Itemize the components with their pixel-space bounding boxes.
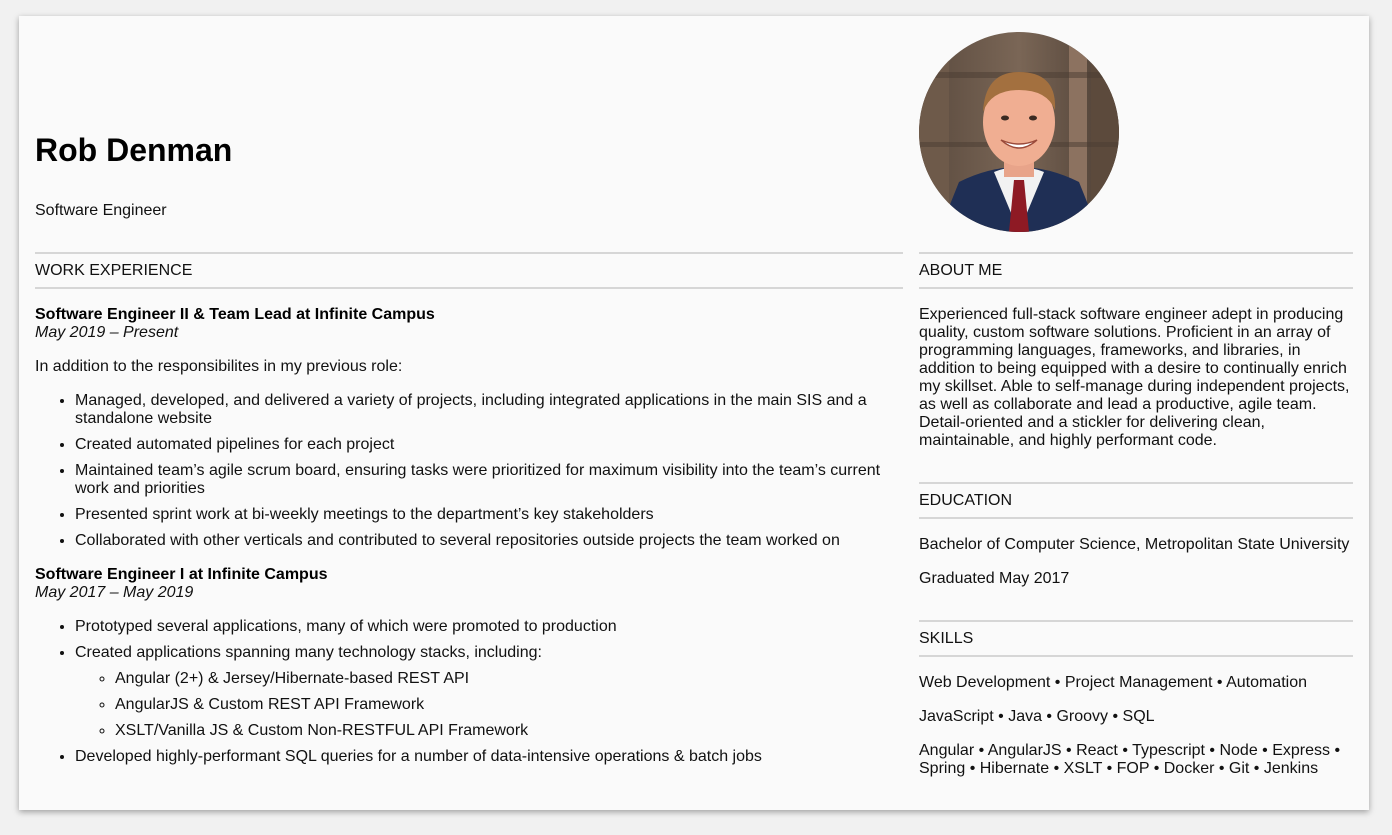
- list-item: Developed highly-performant SQL queries …: [75, 748, 903, 766]
- job-title: Software Engineer II & Team Lead at Infi…: [35, 306, 435, 323]
- skills-heading: SKILLS: [919, 620, 1353, 657]
- job-dates: May 2017 – May 2019: [35, 584, 194, 601]
- list-item: Maintained team’s agile scrum board, ens…: [75, 462, 903, 498]
- sub-list-item: XSLT/Vanilla JS & Custom Non-RESTFUL API…: [115, 722, 903, 740]
- profile-photo: [919, 32, 1119, 232]
- skills-section: Web Development • Project Management • A…: [919, 674, 1353, 794]
- work-experience-section: Software Engineer II & Team Lead at Infi…: [35, 306, 903, 774]
- job-intro: In addition to the responsibilites in my…: [35, 358, 403, 375]
- about-me-text: Experienced full-stack software engineer…: [919, 306, 1350, 449]
- job-bullets: Managed, developed, and delivered a vari…: [75, 392, 903, 550]
- list-item: Managed, developed, and delivered a vari…: [75, 392, 903, 428]
- skills-line: Web Development • Project Management • A…: [919, 674, 1307, 691]
- job-entry: Software Engineer II & Team Lead at Infi…: [35, 306, 903, 550]
- job-bullets: Prototyped several applications, many of…: [75, 618, 903, 766]
- job-dates: May 2019 – Present: [35, 324, 179, 341]
- list-item: Presented sprint work at bi-weekly meeti…: [75, 506, 903, 524]
- education-section: Bachelor of Computer Science, Metropolit…: [919, 536, 1353, 604]
- list-item: Created applications spanning many techn…: [75, 644, 903, 740]
- list-item-text: Created applications spanning many techn…: [75, 644, 542, 661]
- list-item: Collaborated with other verticals and co…: [75, 532, 903, 550]
- education-heading: EDUCATION: [919, 482, 1353, 519]
- sub-list-item: AngularJS & Custom REST API Framework: [115, 696, 903, 714]
- page-title: Rob Denman: [35, 132, 233, 168]
- resume-page: Rob Denman Software Engineer WORK EXPERI…: [19, 16, 1369, 810]
- avatar: [919, 32, 1119, 232]
- about-me-heading: ABOUT ME: [919, 252, 1353, 289]
- work-experience-heading: WORK EXPERIENCE: [35, 252, 903, 289]
- skills-line: JavaScript • Java • Groovy • SQL: [919, 708, 1155, 725]
- list-item: Created automated pipelines for each pro…: [75, 436, 903, 454]
- sub-list-item: Angular (2+) & Jersey/Hibernate-based RE…: [115, 670, 903, 688]
- graduation-text: Graduated May 2017: [919, 570, 1070, 587]
- degree-text: Bachelor of Computer Science, Metropolit…: [919, 536, 1350, 553]
- tech-stack-list: Angular (2+) & Jersey/Hibernate-based RE…: [115, 670, 903, 740]
- skills-line: Angular • AngularJS • React • Typescript…: [919, 742, 1341, 777]
- job-subtitle: Software Engineer: [35, 202, 167, 219]
- job-entry: Software Engineer I at Infinite Campus M…: [35, 566, 903, 766]
- job-title: Software Engineer I at Infinite Campus: [35, 566, 328, 583]
- list-item: Prototyped several applications, many of…: [75, 618, 903, 636]
